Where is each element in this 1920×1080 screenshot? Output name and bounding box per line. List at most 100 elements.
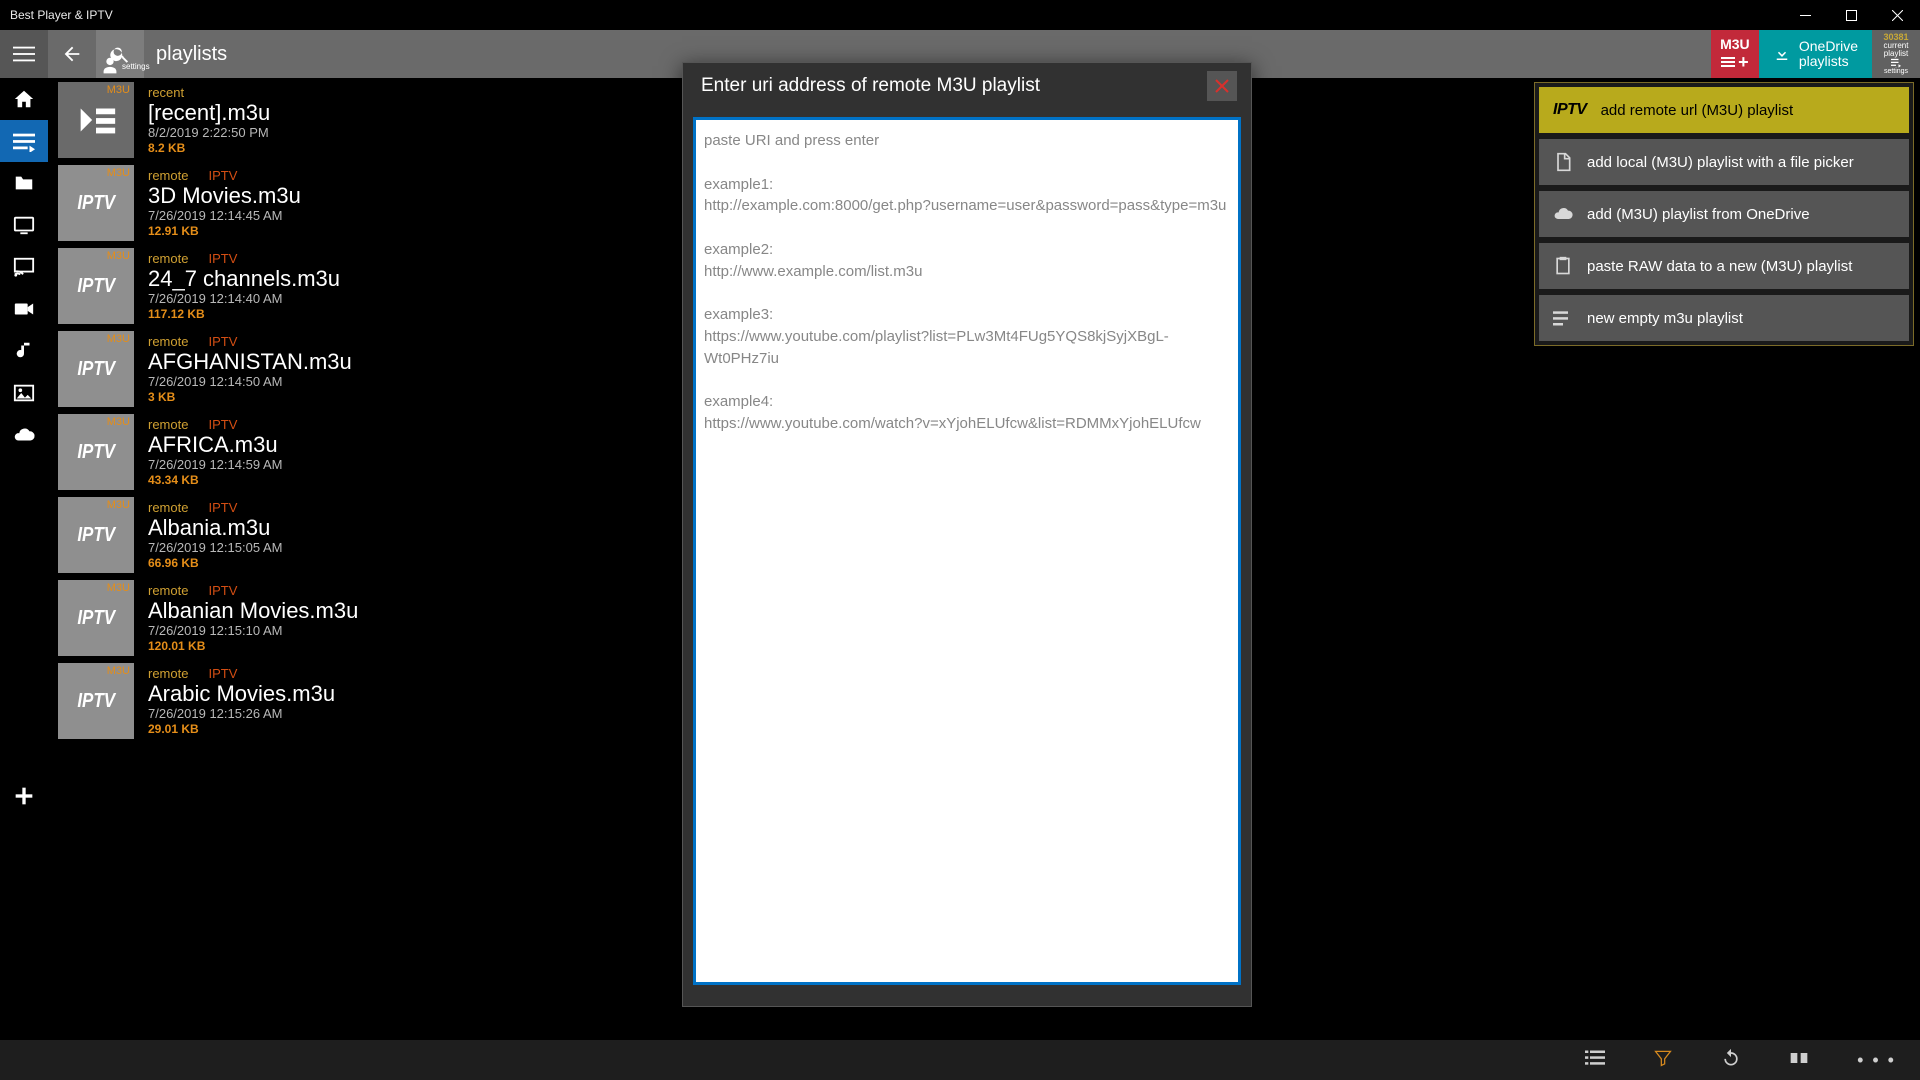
iptv-icon: IPTV: [1553, 101, 1587, 119]
playlist-size: 12.91 KB: [148, 224, 301, 238]
add-playlist-menu: IPTV add remote url (M3U) playlist add l…: [1534, 82, 1914, 346]
left-rail: [0, 78, 48, 456]
ctx-label: add local (M3U) playlist with a file pic…: [1587, 154, 1854, 171]
playlist-item[interactable]: M3U IPTVremote IPTV3D Movies.m3u7/26/2019 …: [58, 165, 758, 241]
refresh-button[interactable]: [1721, 1048, 1741, 1073]
clipboard-icon: [1553, 256, 1573, 276]
ctx-label: add (M3U) playlist from OneDrive: [1587, 206, 1810, 223]
playlist-item[interactable]: M3Urecent[recent].m3u8/2/2019 2:22:50 PM…: [58, 82, 758, 158]
onedrive-line2: playlists: [1799, 54, 1858, 69]
playlist-item[interactable]: M3UIPTVremoteIPTVAFGHANISTAN.m3u7/26/201…: [58, 331, 758, 407]
playlist-iptv-tag: IPTV: [208, 251, 237, 266]
rail-cloud[interactable]: [0, 414, 48, 456]
playlist-date: 7/26/2019 12:14:45 AM: [148, 208, 301, 223]
playlist-name: AFRICA.m3u: [148, 433, 282, 456]
back-button[interactable]: [48, 30, 96, 78]
m3u-label: M3U: [1720, 37, 1750, 51]
playlist-meta: remote IPTVAlbanian Movies.m3u7/26/2019 1…: [148, 580, 358, 656]
playlist-name: 3D Movies.m3u: [148, 184, 301, 207]
playlist-item[interactable]: M3UIPTVremoteIPTVArabic Movies.m3u7/26/2…: [58, 663, 758, 739]
ctx-add-onedrive[interactable]: add (M3U) playlist from OneDrive: [1539, 191, 1909, 237]
playlist-iptv-tag: IPTV: [208, 334, 237, 349]
playlist-item[interactable]: M3UIPTVremoteIPTVAlbanian Movies.m3u7/26…: [58, 580, 758, 656]
playlist-size: 8.2 KB: [148, 141, 270, 155]
thumb-badge: M3U: [107, 167, 130, 179]
playlist-date: 7/26/2019 12:15:10 AM: [148, 623, 358, 638]
ctx-new-empty[interactable]: new empty m3u playlist: [1539, 295, 1909, 341]
thumb-badge: M3U: [107, 665, 130, 677]
playlist-meta: remoteIPTVArabic Movies.m3u7/26/2019 12:…: [148, 663, 335, 739]
window-minimize-button[interactable]: [1782, 0, 1828, 30]
iptv-thumb-label: IPTV: [77, 607, 115, 630]
uri-input[interactable]: [693, 117, 1241, 985]
thumb-badge: M3U: [107, 333, 130, 345]
playlist-thumb: M3U IPTV: [58, 580, 134, 656]
dialog-close-button[interactable]: [1207, 71, 1237, 101]
playlist-thumb: M3UIPTV: [58, 331, 134, 407]
window-maximize-button[interactable]: [1828, 0, 1874, 30]
search-button[interactable]: settings: [96, 30, 144, 78]
playlist-size: 43.34 KB: [148, 473, 282, 487]
playlist-size: 120.01 KB: [148, 639, 358, 653]
thumb-badge: M3U: [107, 499, 130, 511]
playlist-date: 7/26/2019 12:15:26 AM: [148, 706, 335, 721]
playlist-iptv-tag: IPTV: [208, 666, 237, 681]
rail-music[interactable]: [0, 330, 48, 372]
thumb-badge: M3U: [107, 582, 130, 594]
rail-home[interactable]: [0, 78, 48, 120]
overflow-button[interactable]: • • •: [1857, 1050, 1896, 1071]
enter-uri-dialog: Enter uri address of remote M3U playlist: [682, 62, 1252, 1007]
filter-button[interactable]: [1653, 1048, 1673, 1073]
rail-add-button[interactable]: [0, 772, 48, 820]
ctx-label: new empty m3u playlist: [1587, 310, 1743, 327]
ctx-add-local-file[interactable]: add local (M3U) playlist with a file pic…: [1539, 139, 1909, 185]
dialog-title: Enter uri address of remote M3U playlist: [701, 75, 1040, 97]
playlist-date: 7/26/2019 12:14:50 AM: [148, 374, 352, 389]
list-view-button[interactable]: [1585, 1048, 1605, 1073]
playlist-name: AFGHANISTAN.m3u: [148, 350, 352, 373]
rail-tv[interactable]: [0, 204, 48, 246]
iptv-thumb-label: IPTV: [77, 690, 115, 713]
bottom-bar: • • •: [0, 1040, 1920, 1080]
window-close-button[interactable]: [1874, 0, 1920, 30]
rail-folders[interactable]: [0, 162, 48, 204]
close-icon: [1215, 79, 1229, 93]
toolbar-right: M3U + OneDrive playlists 30381 current p…: [1711, 30, 1920, 78]
rail-pictures[interactable]: [0, 372, 48, 414]
ctx-paste-raw[interactable]: paste RAW data to a new (M3U) playlist: [1539, 243, 1909, 289]
iptv-thumb-label: IPTV: [77, 524, 115, 547]
playlist-name: Albanian Movies.m3u: [148, 599, 358, 622]
playlist-type: remote: [148, 583, 188, 598]
ctx-label: paste RAW data to a new (M3U) playlist: [1587, 258, 1852, 275]
group-button[interactable]: [1789, 1048, 1809, 1073]
playlist-meta: remote IPTV3D Movies.m3u7/26/2019 12:14:4…: [148, 165, 301, 241]
ctx-add-remote-url[interactable]: IPTV add remote url (M3U) playlist: [1539, 87, 1909, 133]
dialog-header: Enter uri address of remote M3U playlist: [683, 63, 1251, 109]
playlist-thumb: M3U IPTV: [58, 663, 134, 739]
m3u-icon: +: [1721, 53, 1749, 71]
rail-playlists[interactable]: [0, 120, 48, 162]
hamburger-button[interactable]: [0, 30, 48, 78]
playlist-item[interactable]: M3UIPTVremoteIPTVAFRICA.m3u7/26/2019 12:…: [58, 414, 758, 490]
m3u-add-button[interactable]: M3U +: [1711, 30, 1759, 78]
playlist-thumb: M3U IPTV: [58, 497, 134, 573]
playlist-iptv-tag: IPTV: [208, 583, 237, 598]
rail-cast[interactable]: [0, 246, 48, 288]
current-playlist-button[interactable]: 30381 current playlist settings: [1872, 30, 1920, 78]
playlist-item[interactable]: M3UIPTVremoteIPTV24_7 channels.m3u7/26/2…: [58, 248, 758, 324]
playlist-date: 7/26/2019 12:15:05 AM: [148, 540, 282, 555]
playlist-type: remote: [148, 168, 188, 183]
playlist-name: [recent].m3u: [148, 101, 270, 124]
playlist-meta: remoteIPTVAFGHANISTAN.m3u7/26/2019 12:14…: [148, 331, 352, 407]
playlist-size: 3 KB: [148, 390, 352, 404]
playlist-type: remote: [148, 500, 188, 515]
playlist-type: remote: [148, 251, 188, 266]
onedrive-playlists-button[interactable]: OneDrive playlists: [1759, 30, 1872, 78]
rail-video[interactable]: [0, 288, 48, 330]
playlist-type: recent: [148, 85, 184, 100]
file-icon: [1553, 152, 1573, 172]
playlist-iptv-tag: IPTV: [208, 168, 237, 183]
playlist-thumb: M3U: [58, 82, 134, 158]
playlist-item[interactable]: M3UIPTVremoteIPTVAlbania.m3u7/26/2019 12…: [58, 497, 758, 573]
playlist-iptv-tag: IPTV: [208, 500, 237, 515]
